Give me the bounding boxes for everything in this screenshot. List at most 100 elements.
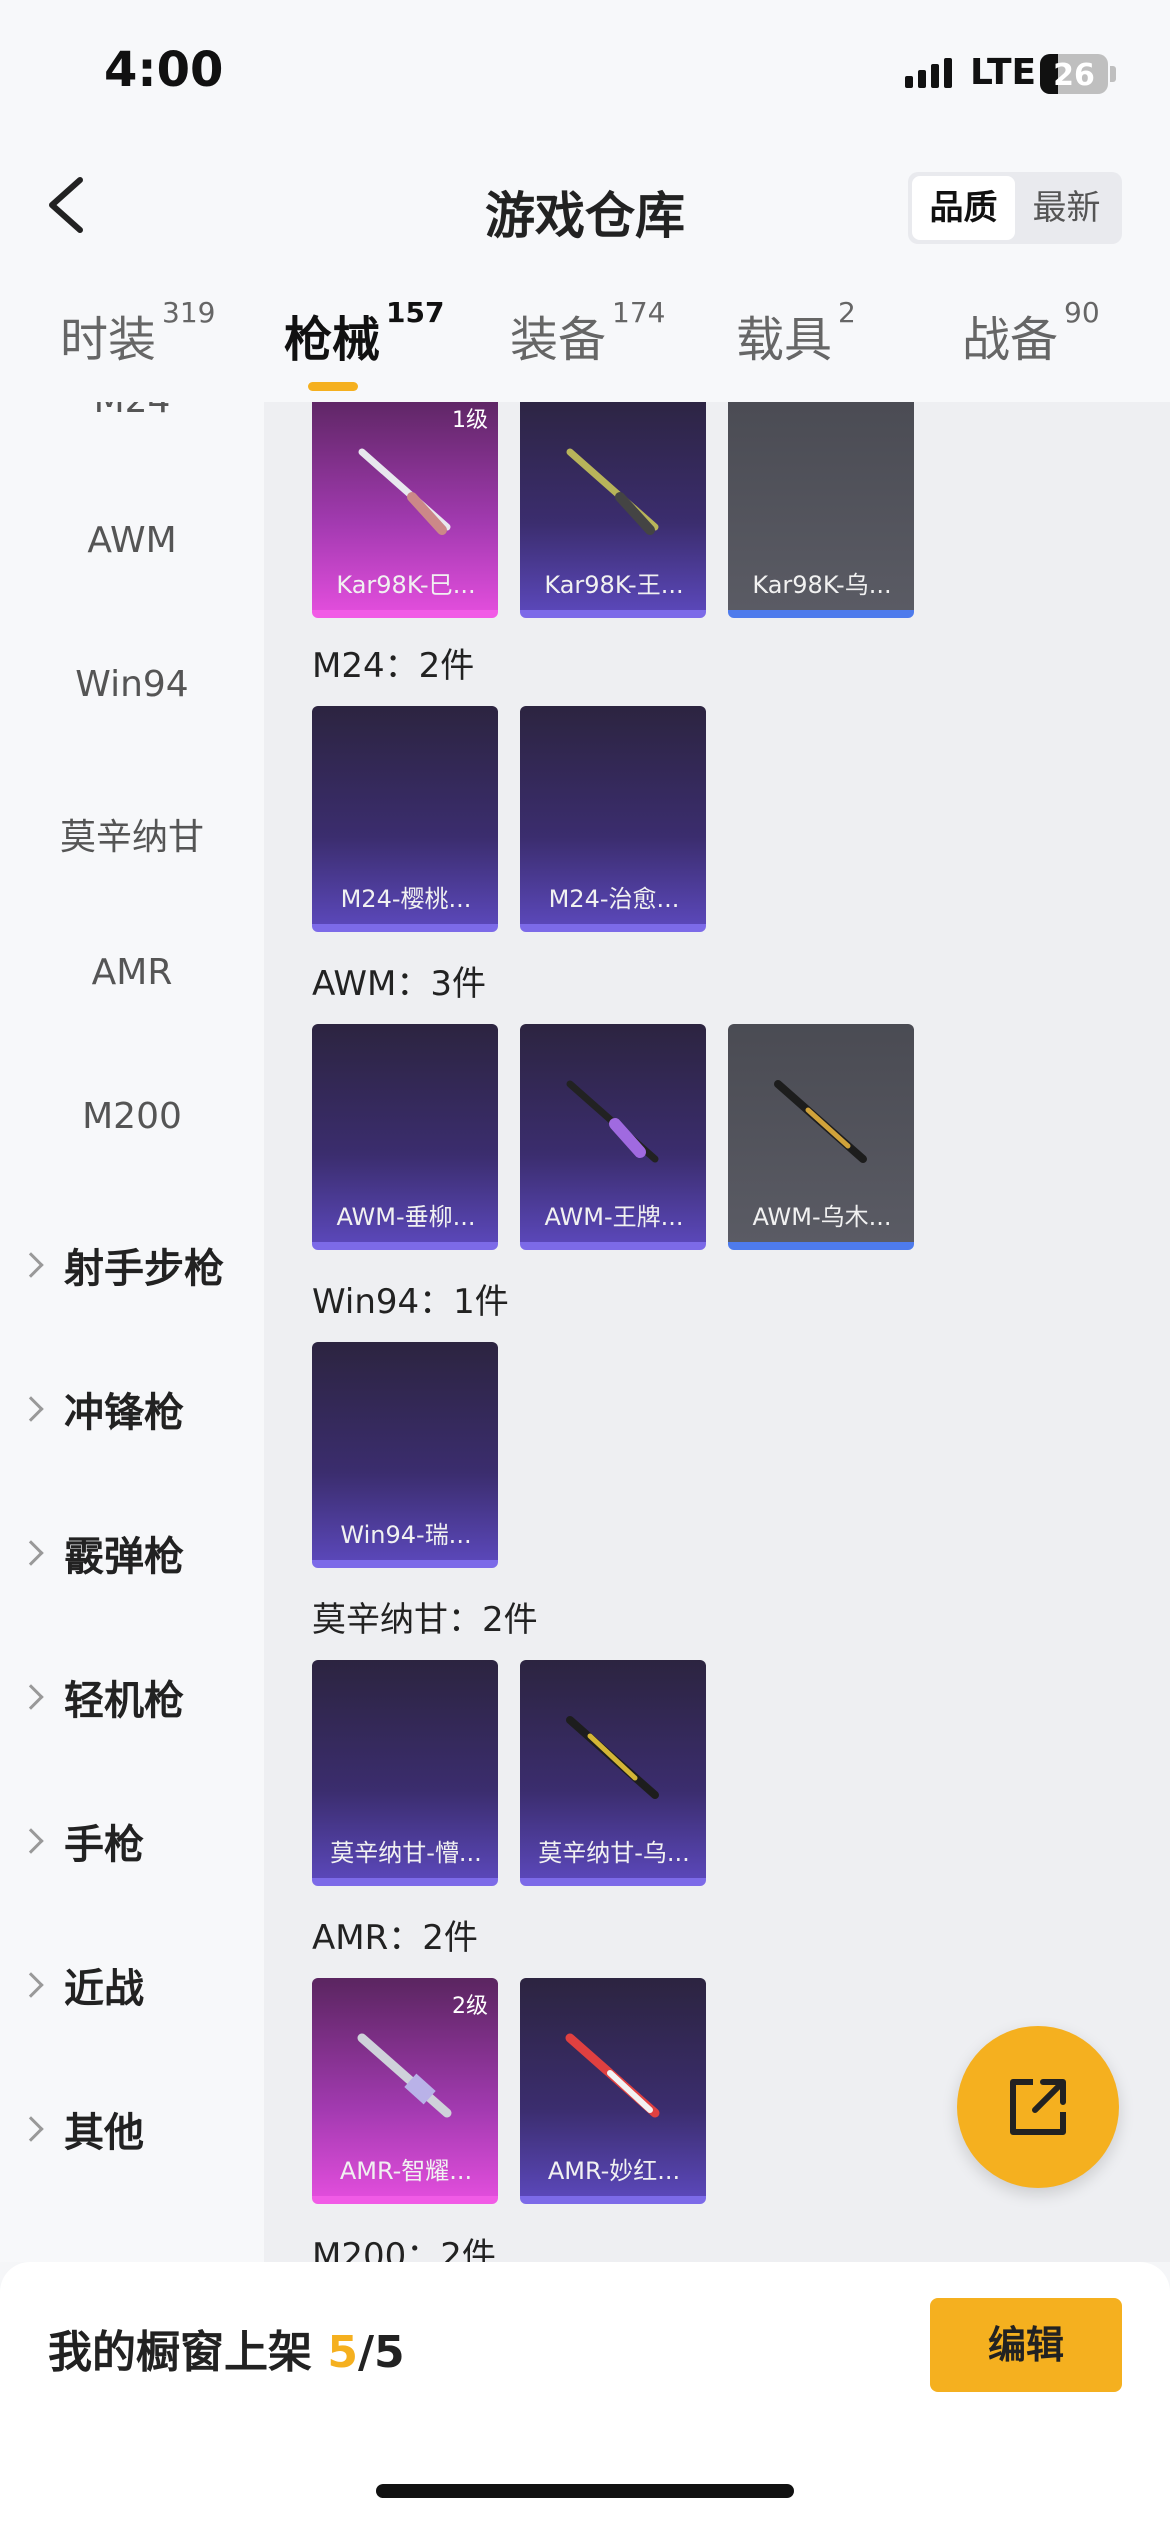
rifle-icon — [774, 1080, 867, 1163]
item-grid: 1级 Kar98K-巳... Kar98K-王... Kar98K-乌... M… — [264, 402, 1170, 2262]
tab-count: 174 — [612, 296, 666, 329]
item-label: Kar98K-巳... — [336, 571, 476, 599]
sidebar-category-shotgun[interactable]: 霰弹枪 — [18, 1524, 184, 1582]
tab-guns[interactable]: 枪械 157 — [284, 296, 444, 370]
rifle-icon — [566, 448, 659, 535]
rifle-icon — [358, 448, 451, 535]
group-title: AMR：2件 — [312, 1918, 478, 1958]
tab-count: 90 — [1064, 296, 1100, 329]
share-button[interactable] — [957, 2026, 1119, 2188]
tab-label: 战备 — [962, 312, 1059, 368]
sort-toggle: 品质 最新 — [908, 172, 1122, 244]
chevron-right-icon — [18, 1540, 44, 1566]
item-label: Kar98K-乌... — [752, 571, 892, 599]
sidebar-category-label: 冲锋枪 — [64, 1390, 184, 1436]
tab-count: 2 — [838, 296, 856, 329]
chevron-right-icon — [18, 1684, 44, 1710]
item-level: 1级 — [452, 408, 488, 433]
sidebar-category-dmr[interactable]: 射手步枪 — [18, 1236, 224, 1294]
chevron-right-icon — [18, 1252, 44, 1278]
tab-label: 枪械 — [284, 312, 381, 368]
item-level: 2级 — [452, 1994, 488, 2019]
item-label: Win94-瑞... — [340, 1521, 472, 1549]
sort-option-quality[interactable]: 品质 — [912, 176, 1015, 240]
active-tab-indicator — [308, 382, 358, 391]
showcase-status: 我的橱窗上架 5/5 — [48, 2316, 405, 2380]
tab-equipment[interactable]: 装备 174 — [510, 296, 665, 370]
chevron-right-icon — [18, 1972, 44, 1998]
sidebar-category-melee[interactable]: 近战 — [18, 1956, 144, 2014]
item-label: 莫辛纳甘-懵... — [330, 1839, 482, 1867]
item-card[interactable]: 莫辛纳甘-乌... — [520, 1660, 706, 1886]
sidebar-item-win94[interactable]: Win94 — [0, 664, 264, 705]
showcase-current: 5 — [327, 2327, 358, 2378]
group-title: M24：2件 — [312, 646, 475, 686]
category-tabs: 时装 319 枪械 157 装备 174 载具 2 战备 90 — [0, 270, 1170, 402]
item-card[interactable]: AWM-乌木... — [728, 1024, 914, 1250]
share-icon — [1010, 2079, 1066, 2135]
sidebar-category-label: 近战 — [64, 1966, 144, 2012]
item-card[interactable]: Kar98K-王... — [520, 402, 706, 618]
battery-level: 26 — [1053, 58, 1095, 93]
sidebar-category-lmg[interactable]: 轻机枪 — [18, 1668, 184, 1726]
item-label: AWM-王牌... — [544, 1203, 684, 1231]
showcase-label: 我的橱窗上架 — [48, 2327, 312, 2378]
sidebar-category-label: 射手步枪 — [64, 1246, 224, 1292]
sidebar-item-m24[interactable]: M24 — [0, 402, 264, 421]
tab-label: 时装 — [60, 312, 157, 368]
rifle-icon — [357, 2033, 452, 2118]
item-label: AWM-乌木... — [752, 1203, 892, 1231]
item-label: Kar98K-王... — [544, 571, 684, 599]
item-card[interactable]: 莫辛纳甘-懵... — [312, 1660, 498, 1886]
status-bar: 4:00 LTE 26 — [0, 0, 1170, 140]
sidebar-category-label: 手枪 — [64, 1822, 144, 1868]
item-label: AMR-智耀... — [339, 2157, 473, 2185]
rifle-icon — [566, 1716, 659, 1799]
tab-count: 319 — [162, 296, 216, 329]
tab-label: 装备 — [510, 312, 607, 368]
item-card[interactable]: 1级 Kar98K-巳... — [312, 402, 498, 618]
status-time: 4:00 — [104, 42, 224, 98]
chevron-right-icon — [18, 1828, 44, 1854]
tab-supplies[interactable]: 战备 90 — [962, 296, 1100, 370]
item-label: AWM-垂柳... — [336, 1203, 476, 1231]
item-card[interactable]: AMR-妙红... — [520, 1978, 706, 2204]
home-indicator — [376, 2484, 794, 2498]
chevron-right-icon — [18, 2116, 44, 2142]
nav-bar: 游戏仓库 品质 最新 — [0, 140, 1170, 270]
sidebar-category-label: 霰弹枪 — [64, 1534, 184, 1580]
tab-count: 157 — [386, 296, 445, 329]
item-card[interactable]: AWM-垂柳... — [312, 1024, 498, 1250]
sidebar-category-other[interactable]: 其他 — [18, 2100, 144, 2158]
group-title: 莫辛纳甘：2件 — [312, 1600, 538, 1640]
sidebar-category-label: 其他 — [64, 2110, 144, 2156]
item-card[interactable]: M24-樱桃... — [312, 706, 498, 932]
sidebar-category-smg[interactable]: 冲锋枪 — [18, 1380, 184, 1438]
sidebar-category-label: 轻机枪 — [64, 1678, 184, 1724]
item-label: AMR-妙红... — [547, 2157, 681, 2185]
item-card[interactable]: M24-治愈... — [520, 706, 706, 932]
chevron-right-icon — [18, 1396, 44, 1422]
tab-vehicles[interactable]: 载具 2 — [736, 296, 856, 370]
edit-button[interactable]: 编辑 — [930, 2298, 1122, 2392]
network-label: LTE — [970, 52, 1037, 93]
item-card[interactable]: Kar98K-乌... — [728, 402, 914, 618]
sidebar-item-mosin[interactable]: 莫辛纳甘 — [0, 808, 264, 860]
tab-label: 载具 — [736, 312, 833, 368]
item-label: M24-樱桃... — [340, 885, 472, 913]
group-title: AWM：3件 — [312, 964, 486, 1004]
rifle-icon — [565, 2033, 660, 2118]
sort-option-newest[interactable]: 最新 — [1015, 176, 1118, 240]
sidebar-item-amr[interactable]: AMR — [0, 952, 264, 993]
group-title: M200：2件 — [312, 2236, 496, 2262]
item-label: 莫辛纳甘-乌... — [538, 1839, 690, 1867]
battery-icon: 26 — [1040, 54, 1108, 94]
item-label: M24-治愈... — [548, 885, 680, 913]
item-card[interactable]: Win94-瑞... — [312, 1342, 498, 1568]
sidebar-item-m200[interactable]: M200 — [0, 1096, 264, 1137]
sidebar-category-pistol[interactable]: 手枪 — [18, 1812, 144, 1870]
sidebar-item-awm[interactable]: AWM — [0, 520, 264, 561]
item-card[interactable]: 2级 AMR-智耀... — [312, 1978, 498, 2204]
tab-fashion[interactable]: 时装 319 — [60, 296, 215, 370]
item-card[interactable]: AWM-王牌... — [520, 1024, 706, 1250]
